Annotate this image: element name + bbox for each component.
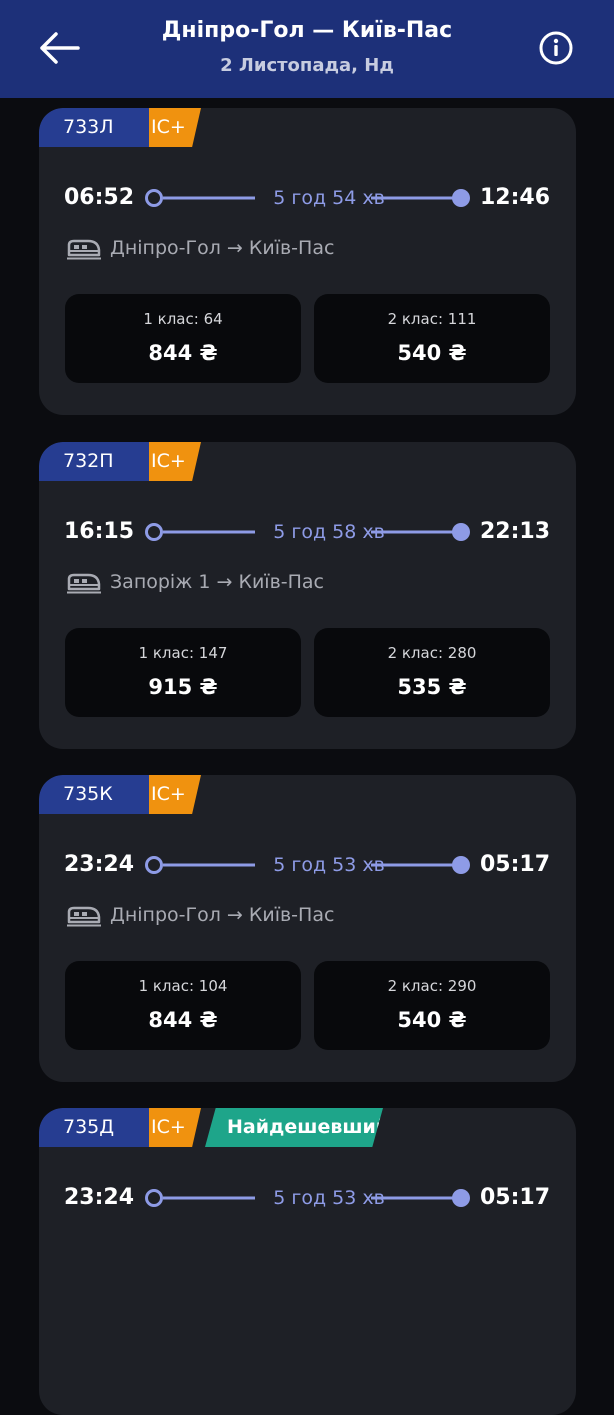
ticket-price: 540 ₴ (397, 1008, 467, 1032)
info-circle-icon (539, 31, 573, 65)
ticket-price: 844 ₴ (148, 341, 218, 365)
route-title: Дніпро-Гол — Київ-Пас (161, 18, 453, 43)
ticket-price: 540 ₴ (397, 341, 467, 365)
train-number-badge: 733Л (39, 108, 149, 147)
train-number-badge: 735Д (39, 1108, 149, 1147)
back-button[interactable] (30, 26, 86, 70)
ticket-price: 844 ₴ (148, 1008, 218, 1032)
train-icon (67, 906, 101, 927)
top-app-bar: Дніпро-Гол — Київ-Пас 2 Листопада, Нд (0, 0, 614, 98)
route-stations: Дніпро-Гол → Київ-Пас (110, 904, 335, 926)
train-card[interactable]: Найдешевший IC+ 735Д 23:24 5 год 53 хв 0… (39, 1108, 576, 1415)
arrow-left-icon (40, 32, 80, 64)
arrival-time: 05:17 (479, 1185, 550, 1210)
class-seats-label: 1 клас: 104 (138, 977, 228, 995)
class-2-price-button[interactable]: 2 клас: 111 540 ₴ (314, 294, 550, 383)
travel-duration: 5 год 54 хв (273, 187, 385, 209)
ticket-price: 915 ₴ (148, 675, 218, 699)
train-number-badge: 735К (39, 775, 149, 814)
route-stations: Дніпро-Гол → Київ-Пас (110, 237, 335, 259)
departure-time: 06:52 (64, 185, 135, 210)
train-card[interactable]: IC+ 732П 16:15 5 год 58 хв 22:13 Запоріж… (39, 442, 576, 749)
arrival-time: 05:17 (479, 852, 550, 877)
class-seats-label: 2 клас: 280 (387, 644, 477, 662)
departure-time: 16:15 (64, 519, 135, 544)
travel-duration: 5 год 53 хв (273, 1187, 385, 1209)
class-seats-label: 1 клас: 64 (143, 310, 223, 328)
arrival-time: 22:13 (479, 519, 550, 544)
train-icon (67, 573, 101, 594)
class-1-price-button[interactable]: 1 клас: 147 915 ₴ (65, 628, 301, 717)
info-button[interactable] (536, 28, 576, 68)
train-icon (67, 239, 101, 260)
train-card[interactable]: IC+ 735К 23:24 5 год 53 хв 05:17 Дніпро-… (39, 775, 576, 1082)
arrival-time: 12:46 (479, 185, 550, 210)
trip-date: 2 Листопада, Нд (220, 55, 394, 76)
route-stations: Запоріж 1 → Київ-Пас (110, 571, 325, 593)
class-2-price-button[interactable]: 2 клас: 280 535 ₴ (314, 628, 550, 717)
train-card[interactable]: IC+ 733Л 06:52 5 год 54 хв 12:46 Дніпро-… (39, 108, 576, 415)
train-number-badge: 732П (39, 442, 149, 481)
departure-time: 23:24 (64, 1185, 135, 1210)
class-seats-label: 2 клас: 290 (387, 977, 477, 995)
departure-time: 23:24 (64, 852, 135, 877)
cheapest-badge: Найдешевший (205, 1108, 383, 1147)
class-1-price-button[interactable]: 1 клас: 104 844 ₴ (65, 961, 301, 1050)
ticket-price: 535 ₴ (397, 675, 467, 699)
class-seats-label: 2 клас: 111 (387, 310, 477, 328)
class-seats-label: 1 клас: 147 (138, 644, 228, 662)
class-1-price-button[interactable]: 1 клас: 64 844 ₴ (65, 294, 301, 383)
travel-duration: 5 год 58 хв (273, 521, 385, 543)
class-2-price-button[interactable]: 2 клас: 290 540 ₴ (314, 961, 550, 1050)
travel-duration: 5 год 53 хв (273, 854, 385, 876)
